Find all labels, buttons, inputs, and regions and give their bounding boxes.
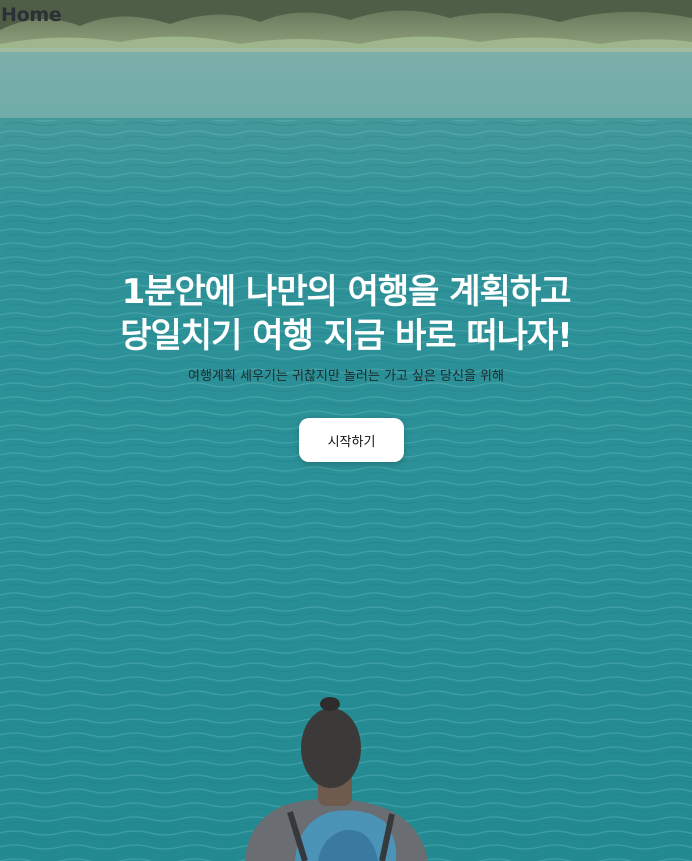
hero-title-line-2: 당일치기 여행 지금 바로 떠나자! (120, 316, 572, 356)
hero-title-line-1: 1분안에 나만의 여행을 계획하고 (121, 272, 572, 312)
hero-title: 1분안에 나만의 여행을 계획하고 당일치기 여행 지금 바로 떠나자! (0, 270, 692, 358)
hero-subtitle: 여행계획 세우기는 귀찮지만 놀러는 가고 싶은 당신을 위해 (188, 369, 504, 384)
home-link[interactable]: Home (1, 4, 62, 26)
start-button[interactable]: 시작하기 (299, 418, 404, 462)
hero-section: 1분안에 나만의 여행을 계획하고 당일치기 여행 지금 바로 떠나자! 여행계… (0, 270, 692, 386)
